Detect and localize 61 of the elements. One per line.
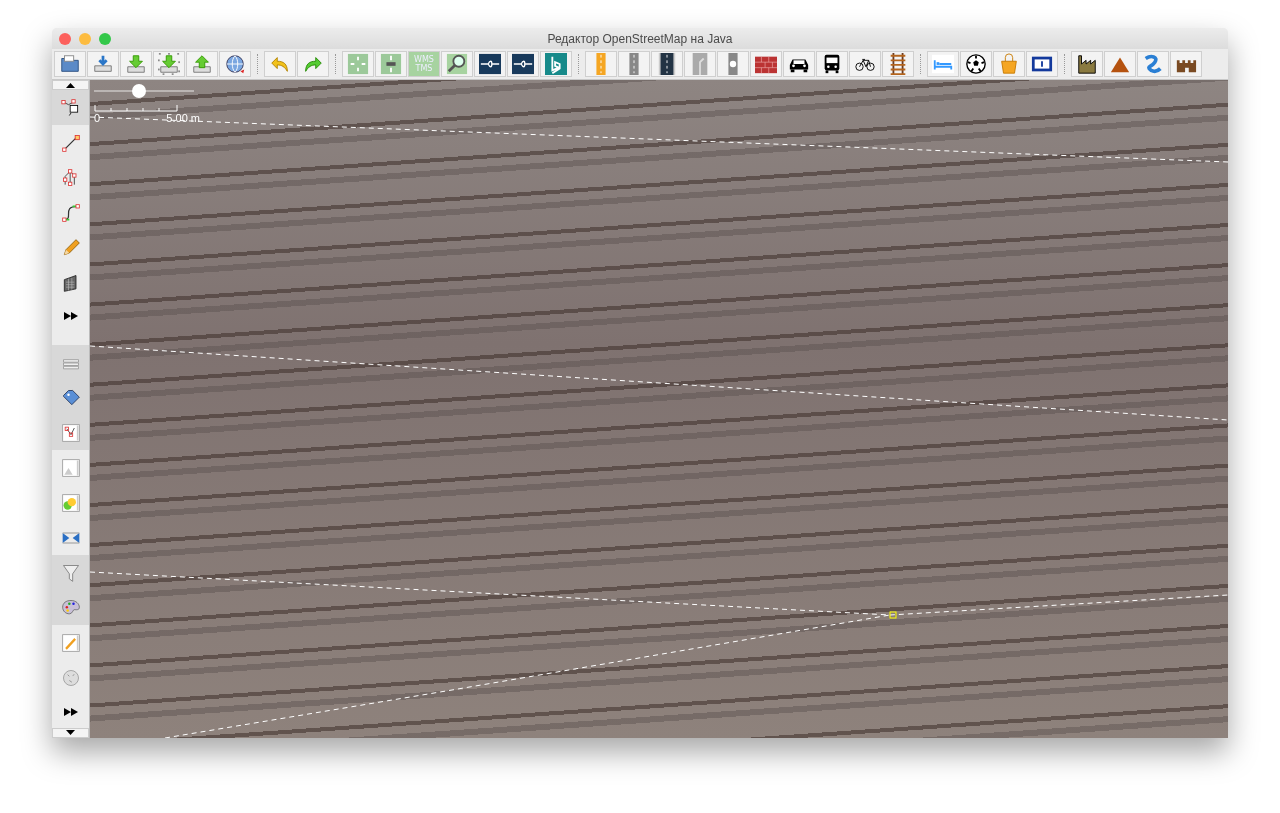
tag-icon xyxy=(60,387,81,408)
imagery-button[interactable]: WMS TMS xyxy=(408,51,440,77)
download-icon xyxy=(125,53,147,75)
pencil-icon xyxy=(60,237,81,258)
zoom-button[interactable] xyxy=(99,33,111,45)
upload-icon xyxy=(191,53,213,75)
magnifier-icon xyxy=(446,53,468,75)
double-arrow-icon xyxy=(63,312,78,321)
globe-icon xyxy=(224,53,246,75)
selection-panel-icon xyxy=(60,457,81,478)
relation-panel-icon xyxy=(60,422,81,443)
road-link-icon xyxy=(512,53,534,75)
bed-icon xyxy=(932,53,954,75)
way-line[interactable] xyxy=(90,571,1228,616)
select-tool-icon xyxy=(60,97,81,118)
sidebar-tool[interactable] xyxy=(52,90,89,126)
toolbar-button[interactable] xyxy=(1071,51,1103,77)
toolbar-button[interactable] xyxy=(507,51,539,77)
puzzle-panel-icon xyxy=(60,492,81,513)
folder-icon xyxy=(59,53,81,75)
curve-way-icon xyxy=(60,202,81,223)
way-line[interactable] xyxy=(90,345,1228,421)
toolbar-button[interactable] xyxy=(960,51,992,77)
window-title: Редактор OpenStreetMap на Java xyxy=(547,31,733,46)
download-icon xyxy=(158,53,180,75)
scroll-down-button[interactable] xyxy=(52,727,89,738)
river-icon xyxy=(1142,53,1164,75)
way-line[interactable] xyxy=(90,116,1228,163)
toolbar-button[interactable] xyxy=(816,51,848,77)
toolbar-button[interactable] xyxy=(882,51,914,77)
road-link-icon xyxy=(479,53,501,75)
road-icon xyxy=(656,53,678,75)
node-marker[interactable] xyxy=(889,611,897,619)
scale-label: 0 xyxy=(94,112,101,124)
slider-thumb[interactable] xyxy=(132,84,146,98)
toolbar-button[interactable] xyxy=(474,51,506,77)
double-arrow-icon xyxy=(63,707,78,716)
toolbar-button[interactable] xyxy=(1026,51,1058,77)
toolbar-button[interactable] xyxy=(441,51,473,77)
close-button[interactable] xyxy=(59,33,71,45)
scale-label: 5.00 m xyxy=(166,112,200,124)
soccer-ball-icon xyxy=(965,53,987,75)
scroll-up-button[interactable] xyxy=(52,80,89,91)
edit-panel-icon xyxy=(60,632,81,653)
toolbar-button[interactable] xyxy=(849,51,881,77)
toolbar-button[interactable] xyxy=(783,51,815,77)
b-logo-icon xyxy=(545,53,567,75)
factory-icon xyxy=(1076,53,1098,75)
shopping-bag-icon xyxy=(998,53,1020,75)
way-line[interactable] xyxy=(164,614,891,738)
draw-line-icon xyxy=(60,132,81,153)
scale-bar-icon xyxy=(94,102,178,112)
map-arrows-icon xyxy=(380,53,402,75)
tray-arrow-icon xyxy=(92,53,114,75)
toolbar-button[interactable] xyxy=(651,51,683,77)
map-arrows-icon xyxy=(347,53,369,75)
toolbar-button[interactable] xyxy=(1170,51,1202,77)
caret-icon xyxy=(66,730,75,736)
caret-icon xyxy=(66,82,75,88)
funnel-icon xyxy=(60,562,81,583)
globe-icon xyxy=(60,667,81,688)
